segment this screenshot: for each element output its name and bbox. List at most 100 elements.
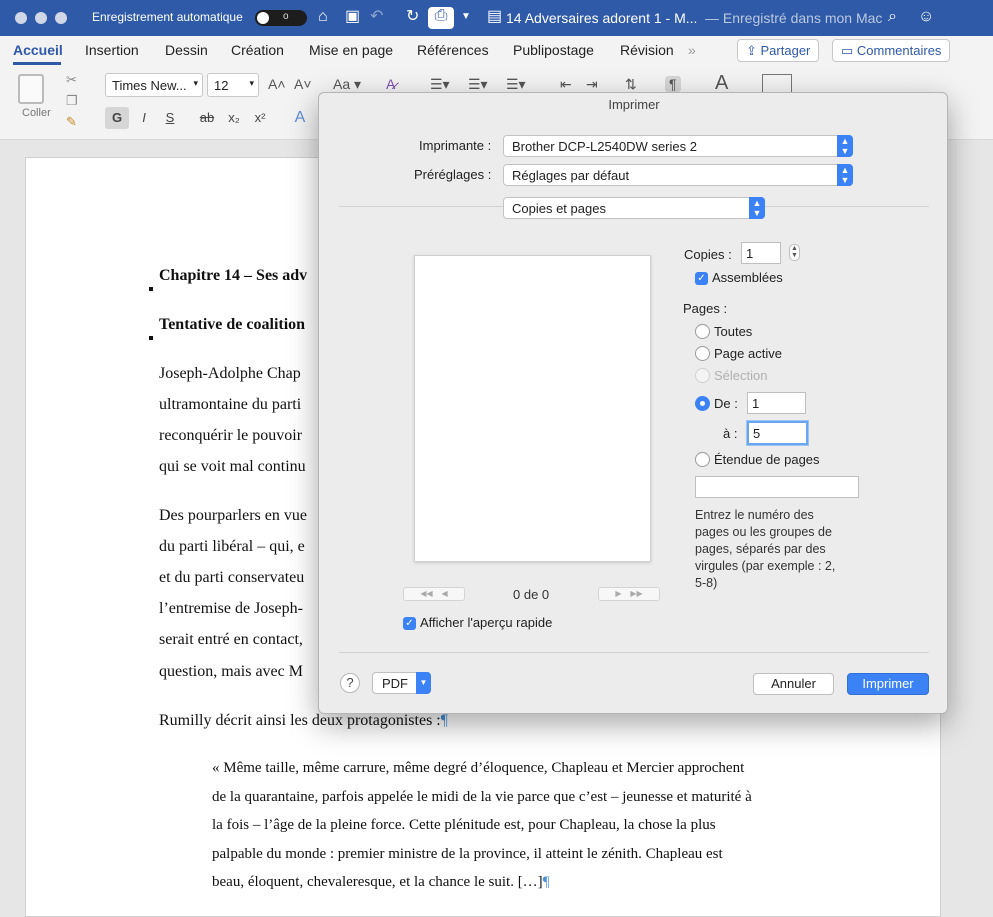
- subscript-button[interactable]: x₂: [222, 107, 246, 129]
- format-painter-icon[interactable]: ✎: [66, 114, 77, 130]
- undo-icon[interactable]: ↶: [370, 8, 383, 26]
- printer-select[interactable]: Brother DCP-L2540DW series 2 ▲ ▼: [503, 135, 853, 157]
- page-range-label: Étendue de pages: [714, 452, 820, 467]
- quick-preview-label: Afficher l'aperçu rapide: [420, 615, 553, 630]
- copies-stepper[interactable]: ▲ ▼: [789, 244, 800, 261]
- page-range-field[interactable]: [695, 476, 859, 498]
- italic-button[interactable]: I: [132, 107, 156, 129]
- close-window-button[interactable]: [15, 12, 27, 24]
- numbering-icon[interactable]: ☰▾: [468, 76, 488, 93]
- minimize-window-button[interactable]: [35, 12, 47, 24]
- tab-insertion[interactable]: Insertion: [85, 42, 139, 58]
- collated-checkbox[interactable]: ✓: [695, 272, 708, 285]
- radio-all-pages[interactable]: [695, 324, 710, 339]
- tab-publipostage[interactable]: Publipostage: [513, 42, 594, 58]
- multilevel-list-icon[interactable]: ☰▾: [506, 76, 526, 93]
- share-icon: ⇪: [746, 43, 761, 58]
- strikethrough-button[interactable]: ab: [195, 107, 219, 129]
- comments-label: Commentaires: [856, 43, 942, 58]
- font-name-select[interactable]: Times New... ▾: [105, 73, 203, 97]
- from-label: De :: [714, 396, 738, 411]
- document-line: du parti libéral – qui, e: [159, 538, 305, 555]
- copies-field[interactable]: 1: [741, 242, 781, 264]
- copy-icon[interactable]: ❐: [66, 93, 78, 109]
- presets-label: Préréglages :: [414, 167, 492, 182]
- change-case-icon[interactable]: Aa ▾: [333, 76, 361, 93]
- font-size-select[interactable]: 12 ▾: [207, 73, 259, 97]
- paste-label: Coller: [22, 107, 51, 119]
- printer-label: Imprimante :: [419, 138, 492, 153]
- clear-formatting-icon[interactable]: A̷: [386, 76, 395, 92]
- radio-current-page[interactable]: [695, 346, 710, 361]
- tab-revision[interactable]: Révision: [620, 42, 674, 58]
- decrease-font-icon[interactable]: A˅: [294, 76, 312, 92]
- customize-toolbar-icon[interactable]: ▼: [461, 8, 471, 26]
- radio-page-range[interactable]: [695, 452, 710, 467]
- preview-next-nav[interactable]: ▶ ▶▶: [598, 587, 660, 601]
- redo-icon[interactable]: ↻: [406, 8, 419, 26]
- text-effects-icon[interactable]: A: [288, 107, 312, 129]
- save-status: — Enregistré dans mon Mac: [705, 10, 883, 26]
- bold-button[interactable]: G: [105, 107, 129, 129]
- show-formatting-icon[interactable]: ¶: [665, 76, 681, 92]
- pages-label: Pages :: [683, 301, 728, 316]
- tab-mise-en-page[interactable]: Mise en page: [309, 42, 393, 58]
- print-button[interactable]: Imprimer: [847, 673, 929, 695]
- document-line: Des pourparlers en vue: [159, 507, 307, 524]
- presets-value: Réglages par défaut: [512, 168, 630, 183]
- quote-line: « Même taille, même carrure, même degré …: [212, 760, 745, 776]
- pdf-label: PDF: [382, 676, 408, 691]
- copies-label: Copies :: [684, 247, 732, 262]
- quote-line: palpable du monde : premier ministre de …: [212, 846, 723, 862]
- save-icon[interactable]: ▣: [345, 8, 360, 26]
- title-bar: Enregistrement automatique o ⌂ ▣ ↶ ↻ ⎙ ▼…: [0, 0, 993, 36]
- superscript-button[interactable]: x²: [248, 107, 272, 129]
- help-button[interactable]: ?: [340, 673, 360, 693]
- cancel-button[interactable]: Annuler: [753, 673, 834, 695]
- presets-select[interactable]: Réglages par défaut ▲ ▼: [503, 164, 853, 186]
- share-label: Partager: [760, 43, 811, 58]
- increase-indent-icon[interactable]: ⇥: [586, 76, 598, 93]
- from-page-field[interactable]: 1: [747, 392, 806, 414]
- bullets-icon[interactable]: ☰▾: [430, 76, 450, 93]
- search-icon[interactable]: ⌕: [888, 8, 897, 26]
- pdf-menu-button[interactable]: PDF ▼: [372, 672, 431, 694]
- selection-label: Sélection: [714, 368, 768, 383]
- document-line: Rumilly décrit ainsi les deux protagonis…: [159, 712, 448, 730]
- autosave-toggle[interactable]: o: [255, 10, 307, 26]
- to-page-field[interactable]: 5: [747, 421, 808, 445]
- paste-icon[interactable]: [18, 74, 44, 104]
- tab-references[interactable]: Références: [417, 42, 489, 58]
- zoom-window-button[interactable]: [55, 12, 67, 24]
- comments-button[interactable]: ▭ Commentaires: [832, 39, 951, 62]
- sort-icon[interactable]: ⇅: [625, 76, 637, 93]
- tab-accueil[interactable]: Accueil: [13, 42, 63, 58]
- font-size-value: 12: [214, 78, 229, 93]
- document-line: Chapitre 14 – Ses adv: [159, 267, 308, 284]
- to-label: à :: [723, 426, 738, 441]
- radio-page-range-from[interactable]: [695, 396, 710, 411]
- toggle-knob: [257, 12, 269, 24]
- print-preview: [414, 255, 651, 562]
- share-button[interactable]: ⇪ Partager: [737, 39, 820, 62]
- cut-icon[interactable]: ✂: [66, 72, 77, 88]
- more-tabs-icon[interactable]: »: [688, 42, 696, 58]
- document-line: Joseph-Adolphe Chap: [159, 365, 301, 382]
- tab-dessin[interactable]: Dessin: [165, 42, 208, 58]
- decrease-indent-icon[interactable]: ⇤: [560, 76, 572, 93]
- tab-creation[interactable]: Création: [231, 42, 284, 58]
- font-name-value: Times New...: [112, 78, 187, 93]
- preview-prev-nav[interactable]: ◀◀ ◀: [403, 587, 465, 601]
- document-line: et du parti conservateu: [159, 569, 305, 586]
- quick-preview-checkbox[interactable]: ✓: [403, 617, 416, 630]
- dialog-title: Imprimer: [608, 97, 660, 112]
- underline-button[interactable]: S: [158, 107, 182, 129]
- pilcrow-mark: ¶: [542, 874, 550, 890]
- increase-font-icon[interactable]: A˄: [268, 76, 286, 92]
- section-select[interactable]: Copies et pages ▲ ▼: [503, 197, 765, 219]
- print-icon[interactable]: ⎙: [428, 7, 454, 29]
- document-line: question, mais avec M: [159, 663, 303, 680]
- document-title: 14 Adversaires adorent 1 - M...: [506, 10, 698, 26]
- smiley-feedback-icon[interactable]: ☺: [918, 8, 934, 26]
- home-icon[interactable]: ⌂: [318, 8, 328, 26]
